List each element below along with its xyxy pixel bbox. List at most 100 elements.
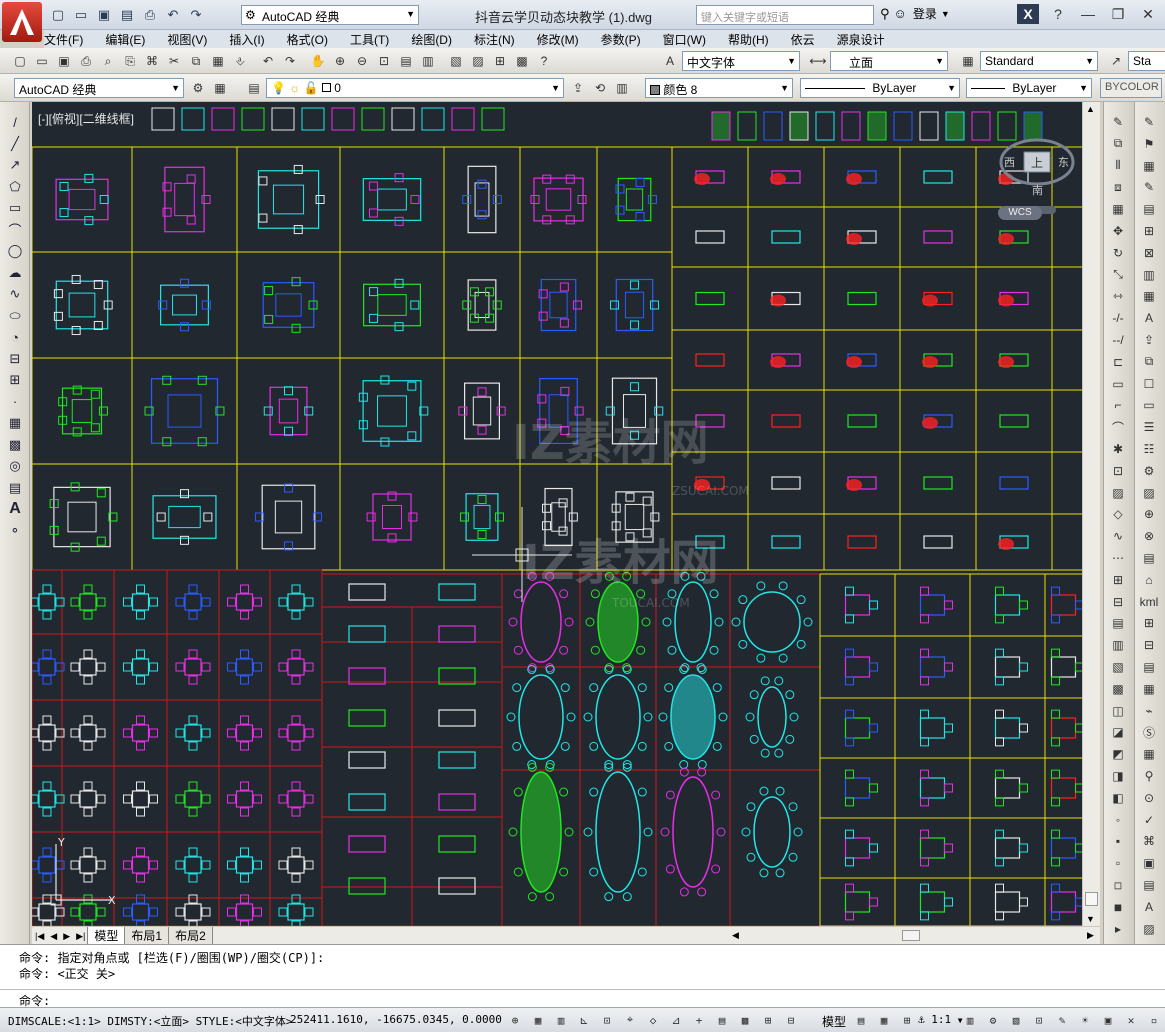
ext-32-icon[interactable]: ✓ [1139,810,1159,830]
spline-icon[interactable]: ∿ [5,284,25,304]
ext-10-icon[interactable]: ⇪ [1139,330,1159,350]
search-input[interactable]: 键入关键字或短语 [696,5,874,25]
drafting-toggle-4-icon[interactable]: ⊡ [598,1011,616,1029]
standard-tool-6-icon[interactable]: ⌘ [142,51,162,71]
standard-tool-11-icon[interactable]: ↶ [258,51,278,71]
dim-style-icon[interactable]: ⟷ [808,51,828,71]
standard-tool-22-icon[interactable]: ▩ [512,51,532,71]
circle-icon[interactable]: ◯ [5,241,25,261]
drafting-toggle-3-icon[interactable]: ⊾ [575,1011,593,1029]
standard-tool-5-icon[interactable]: ⎘ [120,51,140,71]
workspace-dropdown[interactable]: ⚙ AutoCAD 经典 ▼ [241,5,419,25]
vertical-scrollbar[interactable]: ▲ ▼ [1082,102,1100,926]
tab-model[interactable]: 模型 [87,927,126,945]
drafting-toggle-10-icon[interactable]: ▩ [736,1011,754,1029]
tool-29-icon[interactable]: ▦ [1139,744,1159,764]
copy-17-icon[interactable]: ▨ [1108,483,1128,503]
insert-block-icon[interactable]: ⊟ [5,349,25,369]
tool-35-icon[interactable]: ▤ [1139,875,1159,895]
add-selected-icon[interactable]: ⚬ [5,521,25,541]
application-menu-button[interactable] [2,2,42,42]
mirror-18-icon[interactable]: ◇ [1108,504,1128,524]
menu-item-10[interactable]: 窗口(W) [663,30,706,48]
tab-next-arrow[interactable]: ▶ [60,931,73,942]
standard-tool-9-icon[interactable]: ▦ [208,51,228,71]
undo-icon[interactable]: ↶ [163,5,183,25]
tool-5-icon[interactable]: ⊞ [1139,221,1159,241]
plotstyle-dropdown[interactable]: BYCOLOR [1100,78,1162,98]
ext-18-icon[interactable]: ⊕ [1139,504,1159,524]
standard-tool-0-icon[interactable]: ▢ [10,51,30,71]
menu-item-5[interactable]: 工具(T) [350,30,389,48]
menu-item-0[interactable]: 文件(F) [44,30,83,48]
viewcube-south-label[interactable]: 南 [1032,184,1043,197]
linetype-dropdown[interactable]: ByLayer ▼ [800,78,960,98]
viewcube-west-label[interactable]: 西 [1004,157,1015,169]
table-icon[interactable]: ▤ [5,478,25,498]
menu-item-3[interactable]: 插入(I) [229,30,264,48]
drawing-canvas[interactable]: Y X IZ素材网 ZSUCAI.COM IZ素材网 TOUCAI.COM [-][俯视]… [32,102,1082,926]
explode-31-icon[interactable]: ◧ [1108,788,1128,808]
offset-3-icon[interactable]: ⧈ [1108,177,1128,197]
fillet-30-icon[interactable]: ◨ [1108,766,1128,786]
standard-tool-8-icon[interactable]: ⧉ [186,51,206,71]
status-tool-2-icon[interactable]: ⊞ [898,1011,916,1029]
drafting-toggle-2-icon[interactable]: ▥ [552,1011,570,1029]
ext-30-icon[interactable]: ⚲ [1139,766,1159,786]
menu-item-2[interactable]: 视图(V) [167,30,207,48]
text-style-icon[interactable]: A [660,51,680,71]
tool-17-icon[interactable]: ▨ [1139,483,1159,503]
tool-27-icon[interactable]: ⌁ [1139,701,1159,721]
standard-tool-1-icon[interactable]: ▭ [32,51,52,71]
standard-tool-20-icon[interactable]: ▨ [468,51,488,71]
workspace-combo[interactable]: AutoCAD 经典 ▼ [14,78,184,98]
erase-0-icon[interactable]: ✎ [1108,112,1128,132]
tool-23-icon[interactable]: ⊞ [1139,613,1159,633]
coordinate-readout[interactable]: 252411.1610, -16675.0345, 0.0000 [290,1013,502,1026]
standard-tool-7-icon[interactable]: ✂ [164,51,184,71]
rotate-6-icon[interactable]: ↻ [1108,243,1128,263]
construction-line-icon[interactable]: ╱ [5,134,25,154]
tab-prev-arrow[interactable]: ◀ [47,931,60,942]
status-tool-3-icon[interactable]: ▥ [961,1011,979,1029]
ellipse-arc-icon[interactable]: ◔ [5,327,25,347]
menu-item-4[interactable]: 格式(O) [287,30,328,48]
drafting-toggle-5-icon[interactable]: ⌖ [621,1011,639,1029]
tab-first-arrow[interactable]: |◀ [32,931,47,942]
erase-32-icon[interactable]: ◦ [1108,810,1128,830]
break-27-icon[interactable]: ◫ [1108,701,1128,721]
offset-19-icon[interactable]: ∿ [1108,526,1128,546]
chamfer-29-icon[interactable]: ◩ [1108,744,1128,764]
gear-icon[interactable]: ⚙ [188,78,208,98]
tab-last-arrow[interactable]: ▶| [73,931,88,942]
drafting-toggle-7-icon[interactable]: ⊿ [667,1011,685,1029]
status-tool-9-icon[interactable]: ▣ [1099,1011,1117,1029]
tab-layout2[interactable]: 布局2 [168,927,213,945]
status-tool-7-icon[interactable]: ✎ [1053,1011,1071,1029]
standard-tool-17-icon[interactable]: ▤ [396,51,416,71]
color-dropdown[interactable]: 颜色 8 ▼ [645,78,793,98]
drafting-toggle-11-icon[interactable]: ⊞ [759,1011,777,1029]
annotation-scale[interactable]: ⚓ 1:1 ▼ [918,1013,963,1026]
scroll-down-arrow[interactable]: ▼ [1086,914,1095,924]
array-36-icon[interactable]: ◾ [1108,897,1128,917]
standard-tool-19-icon[interactable]: ▧ [446,51,466,71]
polyline-icon[interactable]: ↗ [5,155,25,175]
drafting-toggle-6-icon[interactable]: ◇ [644,1011,662,1029]
arc-icon[interactable]: ⌒ [5,220,25,240]
exchange-icon[interactable]: X [1017,4,1039,24]
standard-tool-12-icon[interactable]: ↷ [280,51,300,71]
menu-item-12[interactable]: 依云 [791,30,815,48]
region-icon[interactable]: ◎ [5,456,25,476]
standard-tool-14-icon[interactable]: ⊕ [330,51,350,71]
ext-6-icon[interactable]: ⊠ [1139,243,1159,263]
status-tool-6-icon[interactable]: ⊡ [1030,1011,1048,1029]
status-tool-4-icon[interactable]: ⚙ [984,1011,1002,1029]
mleader-style-icon[interactable]: ↗ [1106,51,1126,71]
tool-25-icon[interactable]: ▤ [1139,657,1159,677]
ext-26-icon[interactable]: ▦ [1139,679,1159,699]
ext-20-icon[interactable]: ▤ [1139,548,1159,568]
help-icon[interactable]: ? [1047,4,1069,24]
status-tool-1-icon[interactable]: ▦ [875,1011,893,1029]
tool-1-icon[interactable]: ⚑ [1139,134,1159,154]
